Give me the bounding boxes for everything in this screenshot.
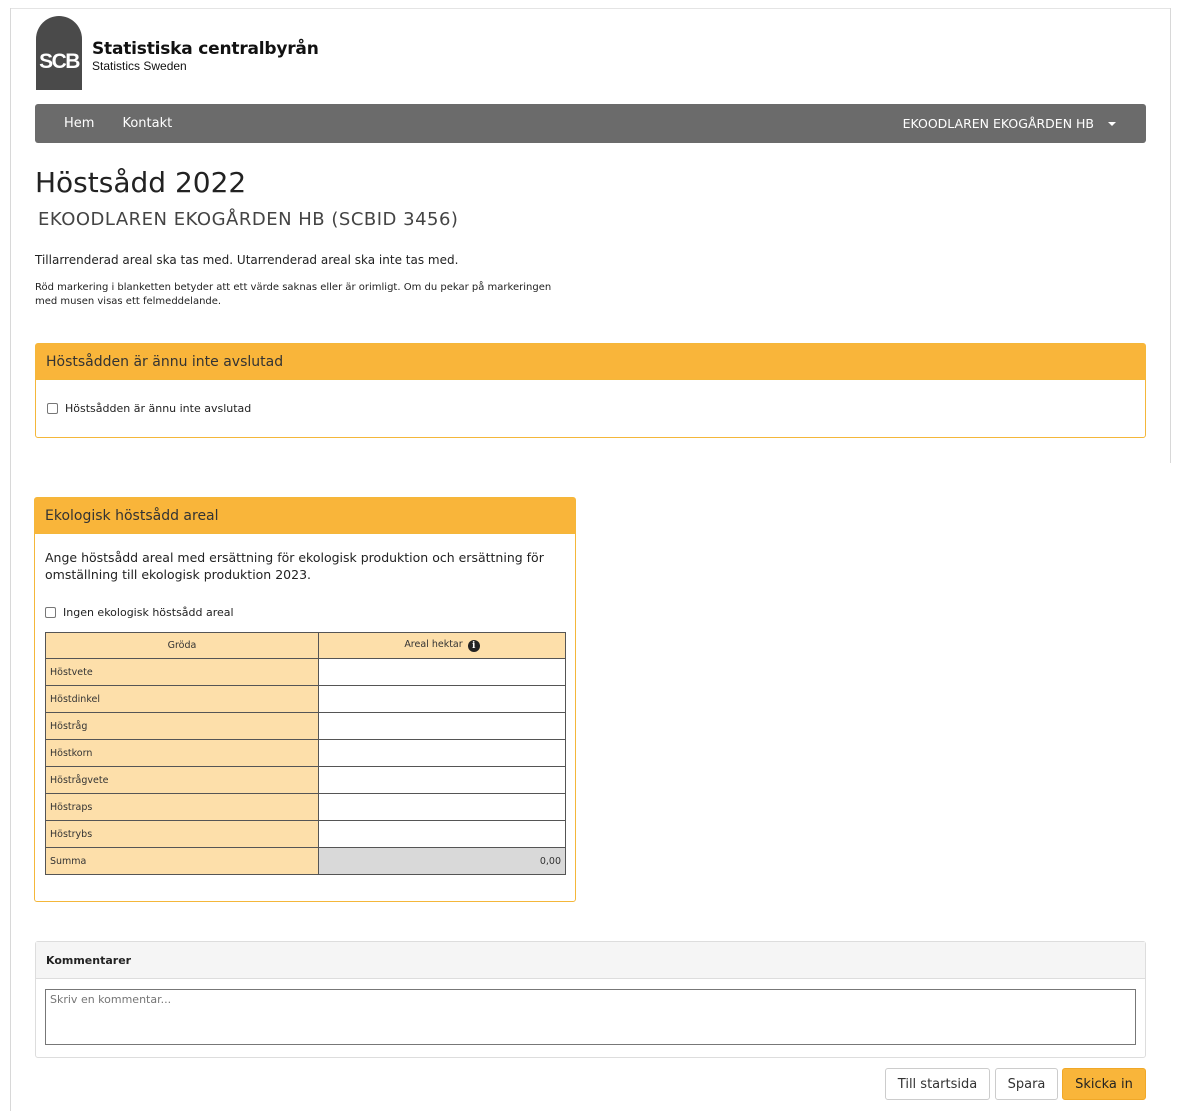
user-menu-label: EKOODLAREN EKOGÅRDEN HB bbox=[902, 116, 1094, 131]
crop-label: Höstråg bbox=[45, 712, 319, 740]
not-finished-checkbox[interactable] bbox=[47, 403, 58, 414]
area-input[interactable] bbox=[318, 793, 566, 821]
not-finished-checkbox-row[interactable]: Höstsådden är ännu inte avslutad bbox=[47, 402, 251, 415]
logo-letters: SCB bbox=[39, 50, 80, 73]
panel-eco-sown-area: Ekologisk höstsådd areal Ange höstsådd a… bbox=[34, 497, 576, 902]
nav-contact-link[interactable]: Kontakt bbox=[122, 116, 172, 131]
crop-label: Höstkorn bbox=[45, 739, 319, 767]
sum-value: 0,00 bbox=[318, 847, 566, 875]
table-row: Höstraps bbox=[45, 793, 566, 821]
page-title: Höstsådd 2022 bbox=[35, 166, 247, 199]
info-text: Tillarrenderad areal ska tas med. Utarre… bbox=[35, 253, 459, 267]
frame-border bbox=[10, 8, 1171, 9]
submit-button[interactable]: Skicka in bbox=[1062, 1068, 1146, 1100]
user-menu-dropdown[interactable]: EKOODLAREN EKOGÅRDEN HB bbox=[903, 116, 1116, 131]
page-subtitle: EKOODLAREN EKOGÅRDEN HB (SCBID 3456) bbox=[38, 209, 459, 230]
table-row: Höstdinkel bbox=[45, 685, 566, 713]
checkbox-label: Ingen ekologisk höstsådd areal bbox=[63, 606, 234, 619]
comments-panel: Kommentarer bbox=[35, 941, 1146, 1058]
area-input[interactable] bbox=[318, 766, 566, 794]
frame-border bbox=[1170, 8, 1171, 463]
panel-sowing-not-finished: Höstsådden är ännu inte avslutad Höstsåd… bbox=[35, 343, 1146, 438]
panel-heading: Höstsådden är ännu inte avslutad bbox=[36, 344, 1145, 380]
table-row: Höstrybs bbox=[45, 820, 566, 848]
caret-down-icon bbox=[1108, 121, 1116, 126]
area-input[interactable] bbox=[318, 820, 566, 848]
table-row: Höstrågvete bbox=[45, 766, 566, 794]
to-start-page-button[interactable]: Till startsida bbox=[885, 1068, 990, 1100]
sum-label: Summa bbox=[45, 847, 319, 875]
table-row: Höstråg bbox=[45, 712, 566, 740]
column-header-crop: Gröda bbox=[45, 632, 319, 659]
crop-area-table: Gröda Areal hektar i Höstvete Höstdinkel… bbox=[45, 632, 566, 875]
comment-textarea[interactable] bbox=[45, 989, 1136, 1045]
info-text-validation: Röd markering i blanketten betyder att e… bbox=[35, 282, 552, 307]
area-input[interactable] bbox=[318, 685, 566, 713]
no-eco-area-checkbox-row[interactable]: Ingen ekologisk höstsådd areal bbox=[45, 606, 234, 619]
column-header-area: Areal hektar i bbox=[318, 632, 566, 659]
nav-home-link[interactable]: Hem bbox=[64, 116, 94, 131]
no-eco-area-checkbox[interactable] bbox=[45, 607, 56, 618]
checkbox-label: Höstsådden är ännu inte avslutad bbox=[65, 402, 252, 415]
save-button[interactable]: Spara bbox=[995, 1068, 1058, 1100]
table-row-sum: Summa 0,00 bbox=[45, 847, 566, 875]
panel-description: Ange höstsådd areal med ersättning för e… bbox=[45, 550, 544, 582]
column-header-area-label: Areal hektar bbox=[404, 639, 463, 650]
crop-label: Höstvete bbox=[45, 658, 319, 686]
area-input[interactable] bbox=[318, 658, 566, 686]
info-icon[interactable]: i bbox=[467, 640, 480, 652]
crop-label: Höstdinkel bbox=[45, 685, 319, 713]
crop-label: Höstraps bbox=[45, 793, 319, 821]
area-input[interactable] bbox=[318, 712, 566, 740]
crop-label: Höstrågvete bbox=[45, 766, 319, 794]
comments-heading: Kommentarer bbox=[36, 942, 1145, 979]
scb-logo-icon: SCB bbox=[36, 16, 82, 90]
frame-border bbox=[10, 8, 11, 1111]
brand-text: Statistiska centralbyrån Statistics Swed… bbox=[92, 39, 319, 73]
crop-label: Höstrybs bbox=[45, 820, 319, 848]
table-row: Höstvete bbox=[45, 658, 566, 686]
brand-sub: Statistics Sweden bbox=[92, 59, 187, 73]
brand-name: Statistiska centralbyrån bbox=[92, 39, 319, 59]
top-navbar: Hem Kontakt EKOODLAREN EKOGÅRDEN HB bbox=[35, 104, 1146, 143]
scb-logo[interactable]: SCB Statistiska centralbyrån Statistics … bbox=[36, 16, 319, 90]
panel-heading: Ekologisk höstsådd areal bbox=[35, 498, 575, 534]
area-input[interactable] bbox=[318, 739, 566, 767]
table-row: Höstkorn bbox=[45, 739, 566, 767]
